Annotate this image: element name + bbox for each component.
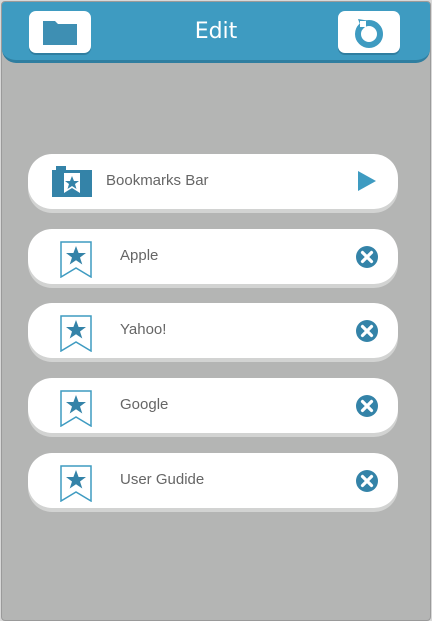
bookmark-star-icon — [60, 315, 92, 352]
bookmark-folder-icon — [52, 166, 92, 197]
bookmark-star-icon — [60, 241, 92, 278]
play-arrow-icon[interactable] — [358, 171, 376, 191]
bookmark-label: Yahoo! — [120, 321, 167, 338]
bookmark-item[interactable]: Google — [28, 378, 398, 433]
header-bar: Edit — [2, 2, 430, 63]
folder-label: Bookmarks Bar — [106, 172, 209, 189]
remove-circle-icon[interactable] — [356, 320, 378, 342]
remove-circle-icon[interactable] — [356, 395, 378, 417]
edit-screen: Edit Bookmarks Bar Apple Yahoo! Google U… — [1, 1, 431, 621]
bookmark-item[interactable]: Apple — [28, 229, 398, 284]
bookmark-item[interactable]: Yahoo! — [28, 303, 398, 358]
remove-circle-icon[interactable] — [356, 246, 378, 268]
bookmark-label: Google — [120, 396, 169, 413]
bookmark-star-icon — [60, 465, 92, 502]
bookmark-label: User Gudide — [120, 471, 205, 488]
remove-circle-icon[interactable] — [356, 470, 378, 492]
bookmarks-bar-folder[interactable]: Bookmarks Bar — [28, 154, 398, 209]
bookmark-item[interactable]: User Gudide — [28, 453, 398, 508]
refresh-button[interactable] — [338, 11, 400, 53]
bookmark-star-icon — [60, 390, 92, 427]
refresh-icon — [355, 19, 383, 48]
bookmark-label: Apple — [120, 247, 159, 264]
